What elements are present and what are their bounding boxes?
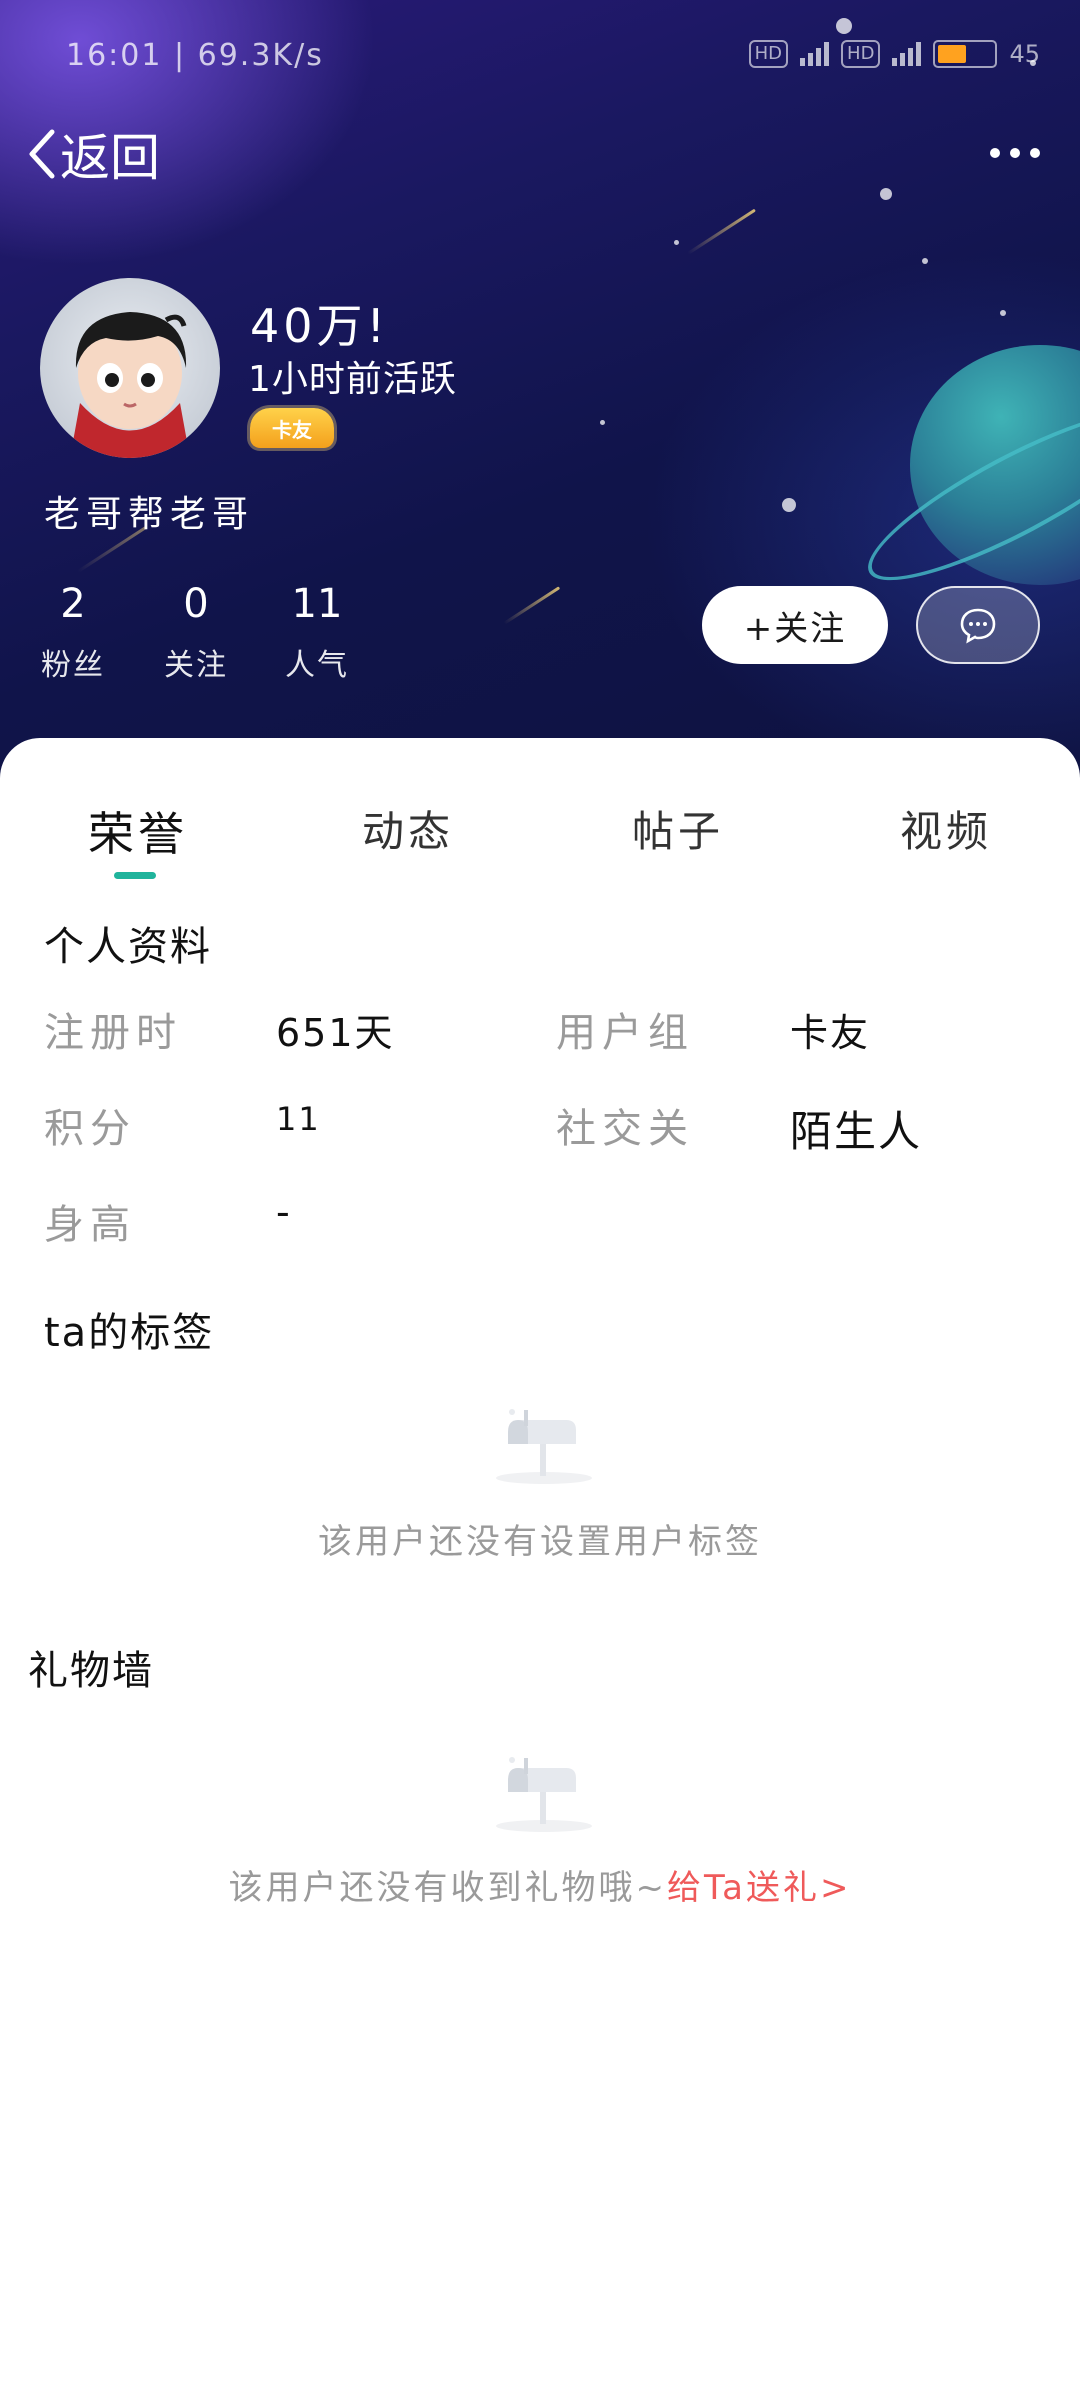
star-decoration (600, 420, 605, 425)
signal-icon (800, 42, 830, 66)
back-label: 返回 (60, 129, 160, 187)
user-level-badge: 卡友 (250, 408, 334, 448)
signal-icon (892, 42, 922, 66)
star-decoration (922, 258, 928, 264)
star-decoration (782, 498, 796, 512)
tab-bar: 荣誉 动态 帖子 视频 (0, 798, 1080, 888)
profile-header: 16:01 | 69.3K/s HD HD 45 返回 40万! 1小时前活跃 … (0, 0, 1080, 780)
meteor-decoration (503, 586, 561, 625)
tab-videos[interactable]: 视频 (900, 798, 992, 859)
stat-value: 11 (291, 581, 343, 627)
back-chevron-icon (29, 129, 55, 179)
status-indicators: HD HD 45 (748, 40, 1040, 68)
info-value-usergroup: 卡友 (790, 1011, 871, 1055)
info-value-relation: 陌生人 (790, 1107, 923, 1156)
star-decoration (880, 188, 892, 200)
gift-empty-message: 该用户还没有收到礼物哦~给Ta送礼> (0, 1860, 1080, 1909)
stat-label: 粉丝 (41, 648, 105, 683)
badge-label: 卡友 (272, 417, 312, 442)
tags-section-title: ta的标签 (44, 1310, 215, 1356)
status-bar: 16:01 | 69.3K/s HD HD 45 (0, 0, 1080, 110)
status-time-speed: 16:01 | 69.3K/s (66, 38, 324, 73)
info-label-relation: 社交关 (556, 1106, 694, 1152)
stat-following[interactable]: 0 关注 (141, 580, 251, 684)
mailbox-icon (496, 1409, 592, 1484)
tab-posts[interactable]: 帖子 (632, 798, 724, 859)
stat-label: 人气 (285, 648, 349, 683)
star-decoration (674, 240, 679, 245)
message-button[interactable] (916, 586, 1040, 664)
stat-fans[interactable]: 2 粉丝 (18, 580, 128, 684)
info-value-register: 651天 (276, 1011, 395, 1055)
tags-empty-text: 该用户还没有设置用户标签 (318, 1522, 762, 1562)
gift-wall-title: 礼物墙 (28, 1648, 154, 1694)
star-decoration (1000, 310, 1006, 316)
info-value-points: 11 (276, 1100, 321, 1138)
info-label-height: 身高 (44, 1202, 136, 1248)
last-active-status: 1小时前活跃 (248, 359, 457, 400)
send-gift-link[interactable]: 给Ta送礼> (667, 1868, 851, 1908)
meteor-decoration (687, 208, 756, 255)
battery-icon (933, 40, 998, 68)
hd-badge: HD (841, 40, 881, 68)
profile-content-card: 荣誉 动态 帖子 视频 个人资料 注册时 651天 用户组 卡友 积分 11 社… (0, 738, 1080, 2400)
stat-label: 关注 (164, 648, 228, 683)
info-label-register: 注册时 (44, 1010, 182, 1056)
mailbox-icon (496, 1757, 592, 1832)
follow-button[interactable]: +关注 (702, 586, 888, 664)
avatar-cartoon-face-icon (70, 312, 190, 458)
tab-honor[interactable]: 荣誉 (88, 798, 188, 864)
info-label-usergroup: 用户组 (556, 1010, 694, 1056)
battery-percent: 45 (1009, 40, 1040, 68)
gift-empty-text: 该用户还没有收到礼物哦~ (228, 1868, 668, 1908)
tab-activity[interactable]: 动态 (362, 798, 454, 859)
user-signature: 老哥帮老哥 (44, 494, 255, 535)
personal-info-title: 个人资料 (44, 924, 212, 970)
active-tab-indicator (114, 872, 156, 879)
avatar[interactable] (40, 278, 220, 458)
back-button[interactable]: 返回 (24, 118, 160, 190)
chat-bubble-icon (960, 608, 996, 644)
stat-value: 2 (60, 581, 86, 627)
info-value-height: - (276, 1190, 292, 1234)
username: 40万! (250, 299, 389, 353)
stat-popularity[interactable]: 11 人气 (262, 580, 372, 684)
info-label-points: 积分 (44, 1106, 136, 1152)
hd-badge: HD (748, 40, 789, 68)
more-icon[interactable] (990, 148, 1040, 158)
stat-value: 0 (183, 581, 209, 627)
